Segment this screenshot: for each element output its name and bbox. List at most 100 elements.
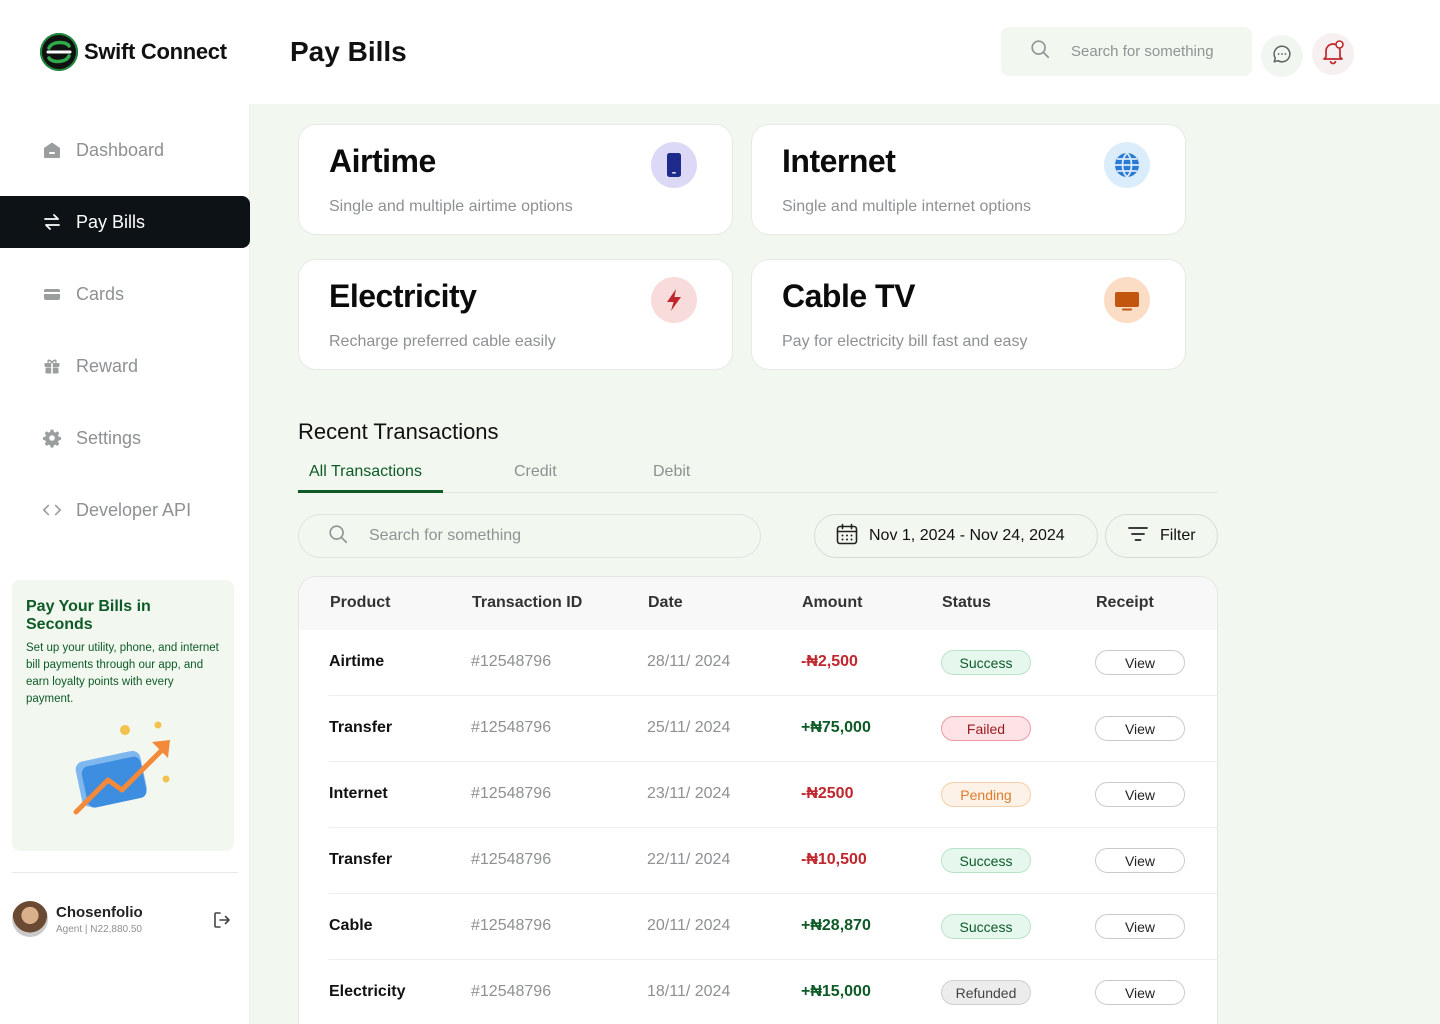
status-badge: Success: [941, 914, 1031, 939]
date-cell: 18/11/ 2024: [647, 983, 731, 1000]
product-cell: Transfer: [329, 851, 393, 868]
tab-all-transactions[interactable]: All Transactions: [309, 463, 422, 481]
status-badge: Success: [941, 650, 1031, 675]
sidebar-item-dashboard[interactable]: Dashboard: [0, 124, 250, 176]
transaction-id-cell: #12548796: [471, 719, 552, 736]
amount-cell: +₦75,000: [801, 719, 871, 736]
column-header: Transaction ID: [472, 594, 583, 611]
header-search[interactable]: [1001, 27, 1252, 76]
service-card-internet[interactable]: Internet Single and multiple internet op…: [751, 124, 1186, 235]
transaction-search-input[interactable]: [369, 527, 669, 545]
logo-icon: [40, 33, 78, 71]
view-receipt-button[interactable]: View: [1095, 980, 1185, 1005]
search-icon: [327, 523, 349, 550]
status-badge: Failed: [941, 716, 1031, 741]
amount-cell: +₦15,000: [801, 983, 871, 1000]
transaction-id-cell: #12548796: [471, 785, 552, 802]
tab-debit[interactable]: Debit: [653, 463, 690, 481]
messages-button[interactable]: [1261, 35, 1303, 77]
transaction-search[interactable]: [298, 514, 761, 558]
date-range-label: Nov 1, 2024 - Nov 24, 2024: [869, 527, 1065, 544]
table-row: Cable #12548796 20/11/ 2024 +₦28,870 Suc…: [329, 894, 1217, 960]
gear-icon: [42, 428, 62, 448]
transaction-tabs: All Transactions Credit Debit: [298, 456, 1218, 493]
product-cell: Airtime: [329, 653, 385, 670]
transactions-table: Product Transaction ID Date Amount Statu…: [298, 576, 1218, 1024]
home-icon: [42, 140, 62, 160]
header-search-input[interactable]: [1071, 43, 1231, 60]
view-receipt-button[interactable]: View: [1095, 716, 1185, 741]
section-title: Recent Transactions: [298, 419, 499, 444]
view-receipt-button[interactable]: View: [1095, 914, 1185, 939]
notifications-button[interactable]: [1312, 33, 1354, 75]
amount-cell: -₦2500: [801, 785, 854, 802]
amount-cell: -₦10,500: [801, 851, 867, 868]
avatar: [12, 901, 48, 937]
filter-button[interactable]: Filter: [1105, 514, 1218, 558]
table-row: Electricity #12548796 18/11/ 2024 +₦15,0…: [329, 960, 1217, 1024]
promo-title: Pay Your Bills in Seconds: [26, 598, 151, 633]
brand-logo[interactable]: Swift Connect: [40, 33, 227, 71]
card-description: Pay for electricity bill fast and easy: [782, 333, 1028, 350]
sidebar-item-reward[interactable]: Reward: [0, 340, 250, 392]
promo-card: Pay Your Bills in Seconds Set up your ut…: [12, 580, 234, 851]
transaction-id-cell: #12548796: [471, 653, 552, 670]
card-description: Single and multiple airtime options: [329, 198, 573, 215]
phone-icon: [651, 142, 697, 188]
service-card-cable-tv[interactable]: Cable TV Pay for electricity bill fast a…: [751, 259, 1186, 370]
sidebar-item-developer-api[interactable]: Developer API: [0, 484, 250, 536]
user-name: Chosenfolio: [56, 903, 143, 921]
service-card-electricity[interactable]: Electricity Recharge preferred cable eas…: [298, 259, 733, 370]
lightning-icon: [651, 277, 697, 323]
amount-cell: +₦28,870: [801, 917, 871, 934]
date-range-picker[interactable]: Nov 1, 2024 - Nov 24, 2024: [814, 514, 1098, 558]
column-header: Amount: [802, 594, 863, 611]
amount-cell: -₦2,500: [801, 653, 858, 670]
column-header: Date: [648, 594, 683, 611]
service-card-airtime[interactable]: Airtime Single and multiple airtime opti…: [298, 124, 733, 235]
view-receipt-button[interactable]: View: [1095, 650, 1185, 675]
column-header: Receipt: [1096, 594, 1154, 611]
sidebar-item-label: Settings: [76, 427, 142, 448]
sidebar-item-settings[interactable]: Settings: [0, 412, 250, 464]
brand-name: Swift Connect: [84, 39, 227, 64]
transaction-id-cell: #12548796: [471, 851, 552, 868]
card-title: Electricity: [329, 278, 477, 314]
transfer-arrows-icon: [42, 212, 62, 232]
view-receipt-button[interactable]: View: [1095, 782, 1185, 807]
transaction-id-cell: #12548796: [471, 983, 552, 1000]
page-title: Pay Bills: [290, 36, 407, 67]
sidebar: Dashboard Pay Bills Cards Reward Setting…: [0, 104, 250, 1024]
main-content: Airtime Single and multiple airtime opti…: [250, 104, 1440, 1024]
card-description: Recharge preferred cable easily: [329, 333, 556, 350]
card-title: Airtime: [329, 143, 436, 179]
column-header: Product: [330, 594, 391, 611]
date-cell: 20/11/ 2024: [647, 917, 731, 934]
sidebar-item-label: Reward: [76, 355, 139, 376]
chat-bubble-icon: [1271, 43, 1293, 70]
globe-icon: [1104, 142, 1150, 188]
active-tab-indicator: [298, 490, 443, 493]
transaction-id-cell: #12548796: [471, 917, 552, 934]
date-cell: 23/11/ 2024: [647, 785, 731, 802]
sidebar-item-cards[interactable]: Cards: [0, 268, 250, 320]
filter-icon: [1128, 526, 1148, 547]
tab-credit[interactable]: Credit: [514, 463, 557, 481]
table-row: Internet #12548796 23/11/ 2024 -₦2500 Pe…: [329, 762, 1217, 828]
date-cell: 22/11/ 2024: [647, 851, 731, 868]
status-badge: Refunded: [941, 980, 1031, 1005]
status-badge: Success: [941, 848, 1031, 873]
sidebar-item-label: Developer API: [76, 499, 192, 520]
sidebar-divider: [12, 872, 238, 873]
logout-icon[interactable]: [212, 910, 232, 935]
product-cell: Transfer: [329, 719, 393, 736]
wallet-growth-illustration: [70, 718, 180, 823]
view-receipt-button[interactable]: View: [1095, 848, 1185, 873]
user-profile[interactable]: Chosenfolio Agent | N22,880.50: [12, 901, 143, 937]
calendar-icon: [835, 522, 859, 551]
sidebar-item-pay-bills[interactable]: Pay Bills: [0, 196, 250, 248]
code-icon: [42, 500, 62, 520]
promo-text: Set up your utility, phone, and internet…: [26, 642, 219, 705]
column-header: Status: [942, 594, 991, 611]
gift-icon: [42, 356, 62, 376]
